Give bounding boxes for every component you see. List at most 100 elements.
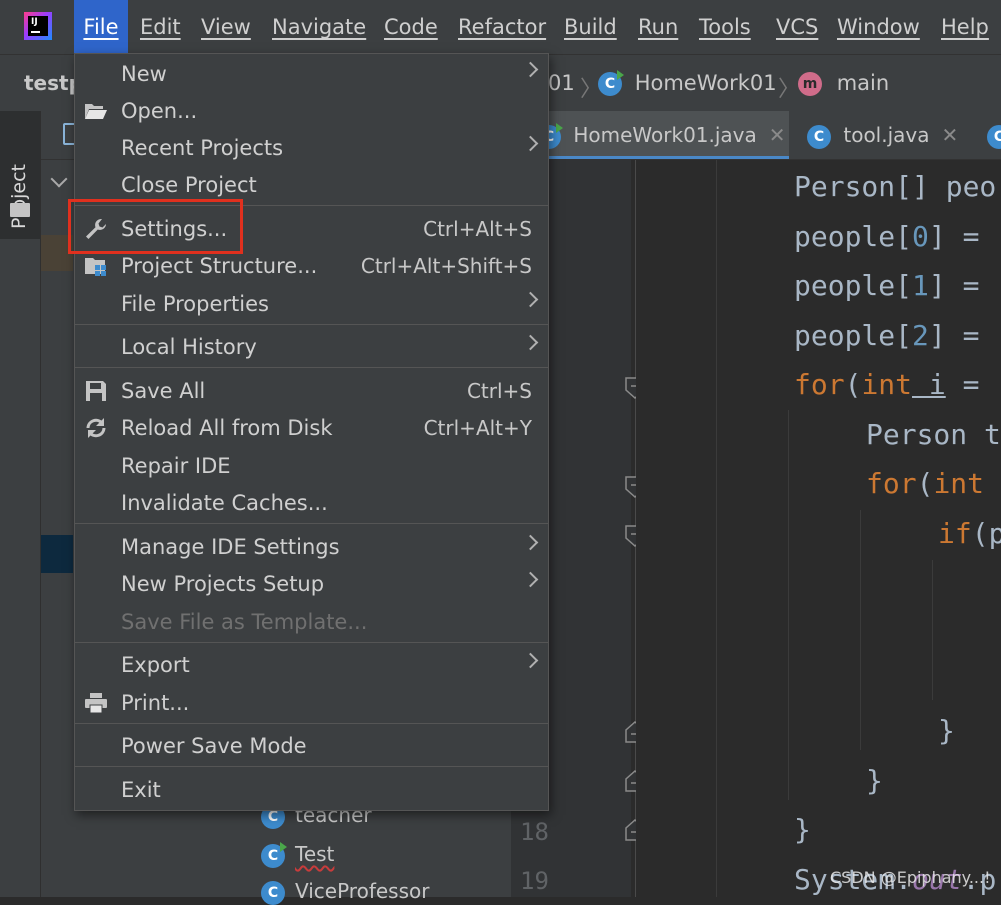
intellij-logo-icon[interactable]: IJ	[24, 12, 52, 40]
menu-divider	[75, 324, 548, 325]
menu-item-recent-projects[interactable]: Recent Projects	[75, 130, 548, 167]
menu-item-file-properties[interactable]: File Properties	[75, 286, 548, 323]
menu-item-repair-ide[interactable]: Repair IDE	[75, 448, 548, 485]
menu-navigate[interactable]: Navigate	[272, 0, 366, 54]
menu-item-print[interactable]: Print...	[75, 685, 548, 722]
folder-open-icon	[85, 104, 107, 119]
line-number: 19	[520, 867, 549, 895]
watermark: CSDN @Epiphany...!	[830, 868, 991, 887]
expand-chevron-icon[interactable]	[50, 170, 68, 188]
code-line: people[1] =	[794, 269, 980, 302]
menu-item-invalidate-caches[interactable]: Invalidate Caches...	[75, 485, 548, 522]
menu-item-power-save-mode[interactable]: Power Save Mode	[75, 728, 548, 765]
menu-build[interactable]: Build	[564, 0, 617, 54]
menu-item-label: Save File as Template...	[121, 610, 368, 634]
menu-edit[interactable]: Edit	[140, 0, 181, 54]
menu-item-shortcut: Ctrl+Alt+S	[423, 217, 532, 241]
menu-run[interactable]: Run	[638, 0, 678, 54]
submenu-arrow-icon	[522, 291, 539, 308]
line-number: 18	[520, 818, 549, 846]
project-structure-icon	[85, 258, 106, 276]
code-line: for(int i =	[794, 368, 980, 401]
code-line: if(p	[938, 517, 1001, 550]
submenu-arrow-icon	[522, 61, 539, 78]
menu-item-reload-all[interactable]: Reload All from Disk Ctrl+Alt+Y	[75, 410, 548, 447]
main-menu-bar: IJ File Edit View Navigate Code Refactor…	[0, 0, 1001, 54]
menu-item-label: Manage IDE Settings	[121, 535, 340, 559]
code-line: Person t	[866, 418, 1001, 451]
file-menu-dropdown: New Open... Recent Projects Close Projec…	[74, 53, 549, 811]
tree-item-viceprofessor[interactable]: C ViceProfessor	[261, 879, 429, 905]
code-line: }	[794, 813, 811, 846]
menu-item-save-file-as-template: Save File as Template...	[75, 604, 548, 641]
menu-item-label: Invalidate Caches...	[121, 491, 328, 515]
menu-item-shortcut: Ctrl+Alt+Y	[423, 416, 532, 440]
editor-tab-bar: C HomeWork01.java ✕ C tool.java ✕ C	[511, 111, 1001, 160]
menu-item-label: Power Save Mode	[121, 734, 307, 758]
reload-icon	[86, 418, 106, 438]
method-icon: m	[798, 72, 822, 96]
menu-item-new[interactable]: New	[75, 56, 548, 93]
menu-item-label: Save All	[121, 379, 206, 403]
menu-divider	[75, 723, 548, 724]
submenu-arrow-icon	[522, 534, 539, 551]
java-class-icon: C	[598, 70, 624, 96]
settings-highlight-annotation	[68, 199, 243, 254]
menu-item-label: Export	[121, 653, 190, 677]
menu-item-shortcut: Ctrl+Alt+Shift+S	[360, 254, 532, 278]
code-line: Person[] peo	[794, 170, 997, 203]
menu-item-save-all[interactable]: Save All Ctrl+S	[75, 373, 548, 410]
menu-item-label: Recent Projects	[121, 136, 284, 160]
menu-view[interactable]: View	[201, 0, 251, 54]
project-tab-label: Project	[8, 163, 30, 229]
menu-item-label: Open...	[121, 99, 198, 123]
menu-divider	[75, 642, 548, 643]
tab-homework01[interactable]: C HomeWork01.java ✕	[523, 111, 789, 159]
menu-item-manage-ide-settings[interactable]: Manage IDE Settings	[75, 529, 548, 566]
menu-item-new-projects-setup[interactable]: New Projects Setup	[75, 566, 548, 603]
menu-item-export[interactable]: Export	[75, 647, 548, 684]
menu-help[interactable]: Help	[941, 0, 989, 54]
menu-item-label: Project Structure...	[121, 254, 318, 278]
menu-item-local-history[interactable]: Local History	[75, 329, 548, 366]
breadcrumb-class[interactable]: C HomeWork01	[598, 70, 777, 96]
menu-item-open[interactable]: Open...	[75, 93, 548, 130]
menu-item-exit[interactable]: Exit	[75, 772, 548, 809]
menu-tools[interactable]: Tools	[699, 0, 751, 54]
menu-vcs[interactable]: VCS	[776, 0, 818, 54]
tree-row-selection	[41, 535, 73, 573]
menu-refactor[interactable]: Refactor	[458, 0, 546, 54]
code-line: for(int	[866, 467, 985, 500]
indent-guide	[788, 410, 789, 800]
breadcrumb-method[interactable]: m main	[798, 71, 889, 96]
menu-item-label: Local History	[121, 335, 257, 359]
printer-icon	[85, 693, 107, 714]
tab-overflow[interactable]: C	[987, 111, 1001, 159]
project-tool-window-tab[interactable]: Project	[0, 111, 40, 239]
code-line: }	[938, 714, 955, 747]
menu-divider	[75, 367, 548, 368]
left-tool-strip: Project	[0, 111, 41, 897]
tab-tool[interactable]: C tool.java ✕	[807, 111, 958, 159]
code-line: people[2] =	[794, 319, 980, 352]
java-class-icon: C	[261, 880, 285, 905]
menu-item-label: Repair IDE	[121, 454, 231, 478]
folder-icon	[10, 203, 30, 217]
menu-window[interactable]: Window	[837, 0, 920, 54]
menu-item-label: File Properties	[121, 292, 269, 316]
breadcrumb-package[interactable]: 01	[548, 71, 575, 95]
close-tab-icon[interactable]: ✕	[769, 123, 786, 147]
menu-item-label: Exit	[121, 778, 161, 802]
menu-item-label: New Projects Setup	[121, 572, 325, 596]
breadcrumb-separator-icon: 〉	[778, 77, 801, 102]
submenu-arrow-icon	[522, 135, 539, 152]
java-class-icon: C	[807, 124, 831, 149]
tree-item-test[interactable]: C Test	[261, 841, 334, 868]
menu-code[interactable]: Code	[384, 0, 438, 54]
close-tab-icon[interactable]: ✕	[942, 123, 959, 147]
menu-file[interactable]: File	[74, 0, 128, 54]
indent-guide	[860, 510, 861, 750]
menu-item-label: Close Project	[121, 173, 257, 197]
menu-item-label: Print...	[121, 691, 190, 715]
menu-divider	[75, 523, 548, 524]
